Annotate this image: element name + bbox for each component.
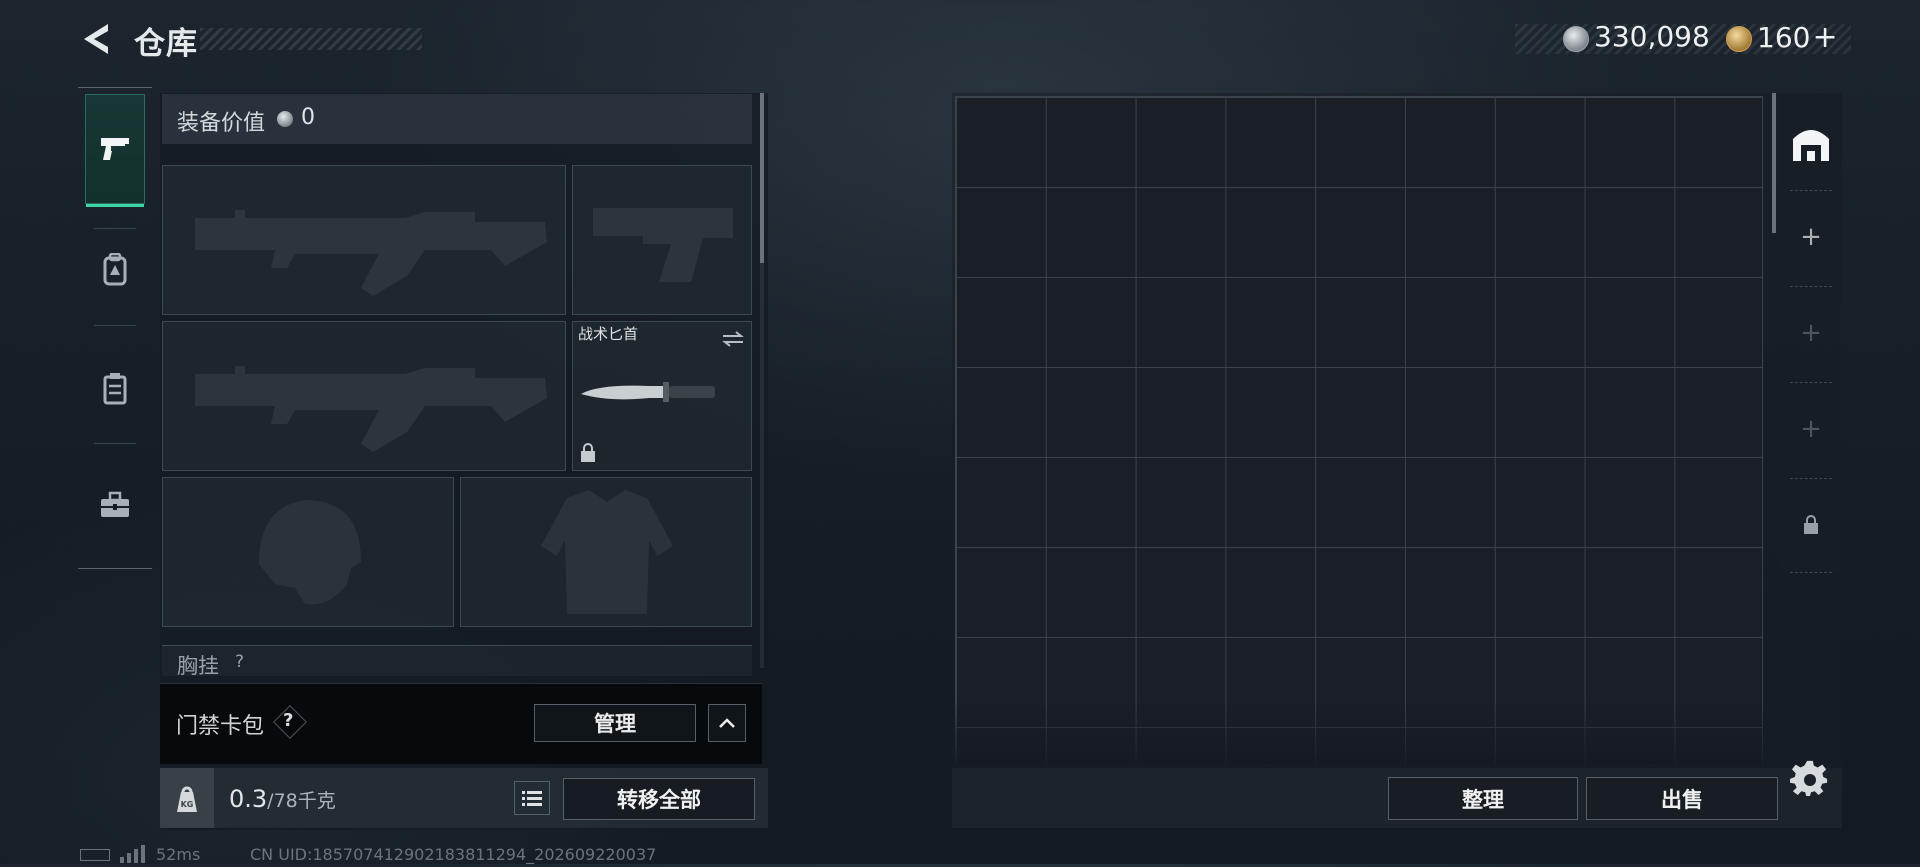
weight-current: 0.3 [229, 785, 268, 813]
weight-kg-text: KG [181, 800, 194, 809]
weight-max: /78千克 [267, 790, 336, 812]
lock-icon [581, 443, 595, 462]
plus-icon: + [1800, 318, 1822, 348]
backpack-icon [103, 253, 127, 286]
uid-text: CN UID:18570741290218381129​4_2026092200… [250, 845, 657, 864]
loadout-scrollbar[interactable] [760, 93, 764, 263]
helmet-silhouette-icon [259, 500, 361, 605]
plus-icon: + [1800, 414, 1822, 444]
toolbox-icon [101, 491, 129, 517]
stash-grid[interactable] [955, 96, 1763, 766]
weight-icon-box: KG [160, 768, 214, 828]
list-icon [522, 791, 542, 806]
sort-button[interactable]: 整理 [1388, 777, 1578, 820]
rifle-silhouette-icon [195, 210, 547, 296]
rail-divider [1790, 572, 1832, 574]
vest-silhouette-icon [541, 490, 673, 614]
tab-vest[interactable] [85, 333, 145, 443]
transfer-all-button[interactable]: 转移全部 [563, 778, 755, 820]
warehouse-icon [1793, 130, 1829, 161]
weight-kg-icon: KG [177, 786, 197, 812]
rifle-silhouette-icon [195, 366, 547, 452]
pistol-icon [101, 138, 129, 160]
pistol-silhouette-icon [593, 208, 733, 282]
back-button[interactable] [78, 20, 112, 58]
armor-slot[interactable] [460, 477, 752, 627]
silver-amount: 330,098 [1594, 20, 1710, 53]
gold-coin-icon [1726, 26, 1752, 52]
stash-scrollbar[interactable] [1772, 93, 1776, 233]
equipment-value-label: 装备价值 [177, 111, 266, 136]
back-arrow-icon [84, 24, 108, 54]
secondary-weapon-slot[interactable] [162, 321, 566, 471]
ping-text: 52ms [156, 845, 201, 864]
chest-rig-row[interactable] [162, 645, 752, 676]
tab-weapons[interactable] [85, 94, 145, 207]
page-title: 仓库 [134, 26, 198, 62]
add-gold-plus: + [1812, 20, 1838, 55]
lock-icon [1804, 515, 1818, 534]
title-stripe-decoration [200, 28, 422, 50]
stash-page-add-2[interactable]: + [1780, 286, 1842, 380]
battery-icon [80, 849, 110, 861]
vest-icon [103, 373, 127, 405]
gear-icon [1790, 760, 1828, 796]
helmet-slot[interactable] [162, 477, 454, 627]
keycard-help-icon: ? [283, 710, 294, 731]
chest-rig-help: ? [235, 652, 245, 672]
equipment-value-amount: 0 [301, 105, 315, 130]
plus-icon: + [1800, 222, 1822, 252]
swap-icon [722, 331, 744, 347]
pistol-slot[interactable] [572, 165, 752, 315]
silver-coin-icon [277, 111, 293, 127]
knife-name: 战术匕首 [578, 325, 639, 343]
tab-backpack[interactable] [85, 215, 145, 325]
tab-toolbox[interactable] [85, 450, 145, 560]
stash-page-add-1[interactable]: + [1780, 190, 1842, 284]
weight-readout: 0.3/78千克 [229, 785, 336, 813]
gold-amount: 160 [1757, 21, 1811, 54]
settings-button[interactable] [1790, 760, 1830, 800]
gold-amount-group[interactable]: 160+ [1757, 20, 1838, 55]
tab-divider [94, 443, 136, 444]
chevron-up-icon [719, 718, 735, 728]
list-view-button[interactable] [514, 781, 550, 815]
stash-page-add-3[interactable]: + [1780, 382, 1842, 476]
manage-button[interactable]: 管理 [534, 704, 696, 742]
knife-icon [581, 382, 715, 402]
rail-top-divider [78, 87, 152, 88]
sell-button[interactable]: 出售 [1586, 777, 1778, 820]
collapse-button[interactable] [708, 704, 746, 742]
tab-divider [94, 325, 136, 326]
primary-weapon-slot[interactable] [162, 165, 566, 315]
stash-page-locked[interactable] [1780, 478, 1842, 572]
chest-rig-label: 胸挂 [177, 654, 219, 678]
stash-grid-fade [955, 700, 1763, 766]
rail-bottom-divider [78, 568, 152, 569]
silver-coin-icon [1563, 26, 1589, 52]
stash-page-main[interactable] [1780, 96, 1842, 190]
keycard-label: 门禁卡包 [176, 714, 265, 739]
